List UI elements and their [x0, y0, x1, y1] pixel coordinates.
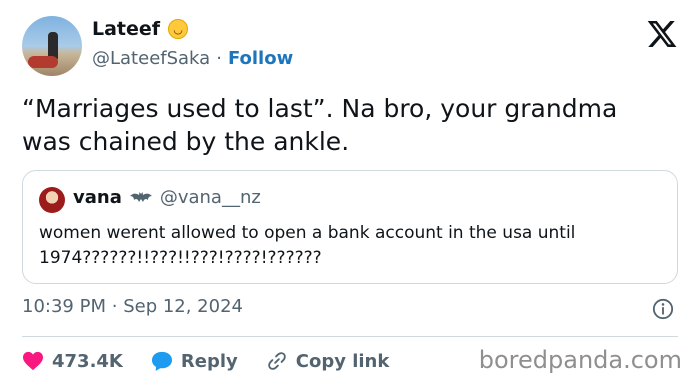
- author-avatar[interactable]: [22, 16, 82, 76]
- reply-label: Reply: [180, 350, 238, 372]
- timestamp-separator: ·: [111, 296, 118, 317]
- divider: [22, 336, 678, 337]
- quoted-text: women werent allowed to open a bank acco…: [39, 223, 576, 268]
- author-name-row: Lateef ◡: [92, 18, 189, 40]
- heart-icon: [23, 351, 43, 371]
- link-icon: [267, 352, 286, 370]
- author-handle[interactable]: @LateefSaka: [92, 48, 210, 69]
- quoted-header: vana @vana__nz: [73, 187, 261, 208]
- quoted-avatar[interactable]: [39, 187, 65, 213]
- follow-button[interactable]: Follow: [228, 48, 293, 69]
- author-name[interactable]: Lateef: [92, 18, 160, 40]
- upside-down-face-icon: ◡: [168, 19, 189, 39]
- tweet-text: “Marriages used to last”. Na bro, your g…: [22, 94, 618, 156]
- quoted-name: vana: [73, 187, 122, 208]
- like-count: 473.4K: [52, 350, 123, 372]
- like-button[interactable]: 473.4K: [22, 351, 123, 372]
- watermark: boredpanda.com: [478, 346, 682, 374]
- quoted-tweet[interactable]: vana @vana__nz women werent allowed to o…: [22, 170, 678, 284]
- copy-link-button[interactable]: Copy link: [266, 350, 390, 372]
- info-icon[interactable]: [652, 298, 674, 320]
- separator-dot: ·: [216, 48, 222, 69]
- quoted-handle: @vana__nz: [159, 187, 261, 208]
- bat-icon: [129, 191, 152, 202]
- avatar-bike: [28, 56, 58, 68]
- copy-link-label: Copy link: [295, 350, 390, 372]
- tweet-timestamp[interactable]: 10:39 PM · Sep 12, 2024: [22, 296, 243, 317]
- tweet-time: 10:39 PM: [22, 296, 106, 317]
- action-bar: 473.4K Reply Copy link: [22, 346, 417, 376]
- reply-button[interactable]: Reply: [151, 351, 238, 372]
- author-handle-row: @LateefSaka · Follow: [92, 48, 293, 69]
- tweet-date: Sep 12, 2024: [123, 296, 243, 317]
- reply-bubble-icon: [151, 351, 172, 371]
- x-logo-icon[interactable]: [646, 18, 678, 50]
